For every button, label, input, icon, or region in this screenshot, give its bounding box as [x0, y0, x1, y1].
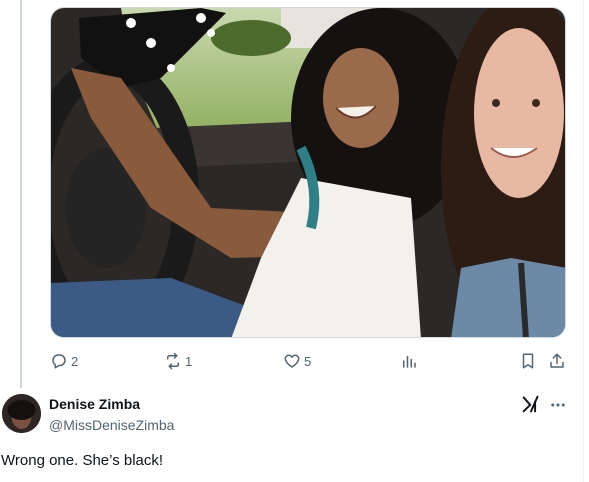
tweet-photo[interactable]	[50, 7, 566, 338]
thread-connector-line	[20, 0, 22, 388]
bookmark-icon	[522, 353, 534, 369]
avatar-image	[2, 394, 41, 433]
heart-icon	[284, 354, 300, 368]
like-count: 5	[304, 353, 312, 369]
repost-count: 1	[185, 353, 193, 369]
reply-button[interactable]: 2	[50, 350, 78, 372]
column-border	[583, 0, 584, 482]
tweet-photo-image	[51, 8, 565, 337]
reply-display-name[interactable]: Denise Zimba	[49, 396, 140, 412]
analytics-icon	[403, 355, 416, 368]
like-button[interactable]: 5	[283, 350, 311, 372]
reply-avatar[interactable]	[2, 394, 41, 433]
reply-text: Wrong one. She’s black!	[1, 452, 164, 469]
share-icon	[550, 353, 564, 368]
more-icon[interactable]	[549, 396, 567, 414]
reply-handle[interactable]: @MissDeniseZimba	[49, 417, 174, 433]
views-button[interactable]	[400, 350, 421, 372]
reply-icon	[52, 354, 66, 369]
bookmark-button[interactable]	[519, 350, 537, 372]
reply-count: 2	[71, 353, 79, 369]
share-button[interactable]	[548, 350, 566, 372]
repost-button[interactable]: 1	[164, 350, 192, 372]
grok-icon[interactable]	[521, 395, 541, 413]
tweet-action-bar: 2 1 5	[50, 350, 570, 372]
repost-icon	[167, 352, 179, 370]
